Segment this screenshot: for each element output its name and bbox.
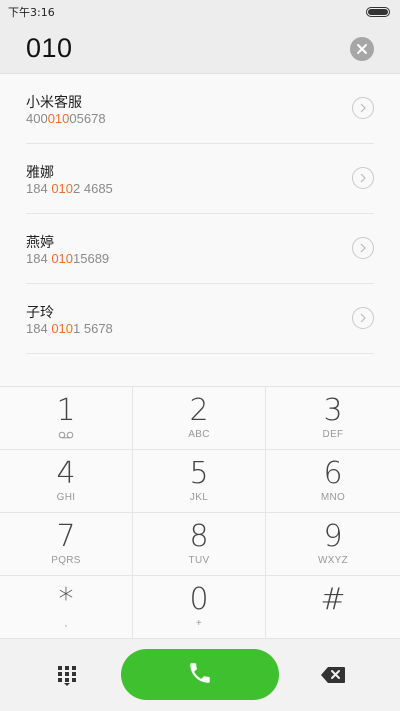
key-letters: JKL (189, 492, 209, 503)
contact-result[interactable]: 小米客服 40001005678 (26, 74, 374, 144)
contact-result[interactable]: 燕婷 184 01015689 (26, 214, 374, 284)
contact-number: 184 01015689 (26, 251, 110, 266)
chevron-right-icon[interactable] (352, 97, 374, 119)
battery-icon (366, 7, 390, 17)
key-digit: 4 (56, 456, 76, 491)
dial-query-bar: 010 (0, 24, 400, 74)
key-5[interactable]: 5 JKL (133, 450, 266, 513)
matched-digits: 010 (51, 251, 74, 266)
key-3[interactable]: 3 DEF (266, 387, 400, 450)
key-letters: ABC (188, 429, 210, 440)
key-digit: 8 (189, 519, 209, 554)
contact-name: 子玲 (26, 305, 54, 321)
key-1[interactable]: 1 (0, 387, 133, 450)
key-digit: 0 (189, 582, 209, 617)
key-digit: 2 (189, 393, 209, 428)
clear-icon[interactable] (350, 36, 374, 61)
contact-name: 燕婷 (26, 235, 54, 251)
key-letters: + (195, 618, 203, 629)
key-8[interactable]: 8 TUV (133, 513, 266, 576)
call-button[interactable] (121, 649, 279, 700)
matched-digits: 010 (51, 321, 74, 336)
key-letters: PQRS (51, 555, 81, 566)
key-letters: DEF (322, 429, 344, 440)
chevron-right-icon[interactable] (352, 307, 374, 329)
dialed-number[interactable]: 010 (26, 33, 350, 64)
contact-name: 雅娜 (26, 165, 54, 181)
dial-keypad: 1 2 ABC 3 DEF 4 GHI 5 JKL 6 MNO 7 PQRS 8… (0, 386, 400, 639)
key-0[interactable]: 0 + (133, 576, 266, 639)
contact-result[interactable]: 子玲 184 0101 5678 (26, 284, 374, 354)
contact-number: 184 0102 4685 (26, 181, 113, 196)
key-7[interactable]: 7 PQRS (0, 513, 133, 576)
key-letters: GHI (56, 492, 76, 503)
contact-number: 40001005678 (26, 111, 106, 126)
key-digit: 5 (189, 456, 209, 491)
contact-number: 184 0101 5678 (26, 321, 113, 336)
key-hash[interactable]: # (266, 576, 400, 639)
key-digit: 3 (323, 393, 343, 428)
contact-name: 小米客服 (26, 95, 82, 111)
key-letters: MNO (320, 492, 346, 503)
key-digit: 9 (323, 519, 343, 554)
contact-result[interactable]: 雅娜 184 0102 4685 (26, 144, 374, 214)
key-digit: 1 (56, 393, 76, 428)
status-bar: 下午3:16 (0, 0, 400, 24)
key-digit: 6 (323, 456, 343, 491)
key-digit: # (320, 582, 346, 617)
dialer-action-bar (0, 638, 400, 711)
matched-digits: 010 (51, 181, 74, 196)
chevron-right-icon[interactable] (352, 167, 374, 189)
key-digit: * (58, 582, 74, 617)
key-letters: WXYZ (317, 555, 349, 566)
key-4[interactable]: 4 GHI (0, 450, 133, 513)
key-letters: , (64, 618, 68, 629)
backspace-icon[interactable] (320, 666, 346, 684)
phone-icon (187, 660, 213, 690)
dialpad-icon[interactable] (56, 664, 78, 686)
key-letters: TUV (188, 555, 210, 566)
key-star[interactable]: * , (0, 576, 133, 639)
key-6[interactable]: 6 MNO (266, 450, 400, 513)
chevron-right-icon[interactable] (352, 237, 374, 259)
key-9[interactable]: 9 WXYZ (266, 513, 400, 576)
voicemail-icon (58, 429, 74, 441)
status-time: 下午3:16 (8, 6, 55, 19)
matched-digits: 010 (47, 111, 70, 126)
key-2[interactable]: 2 ABC (133, 387, 266, 450)
key-digit: 7 (56, 519, 76, 554)
contact-results: 小米客服 40001005678 雅娜 184 0102 4685 燕婷 184… (0, 74, 400, 386)
